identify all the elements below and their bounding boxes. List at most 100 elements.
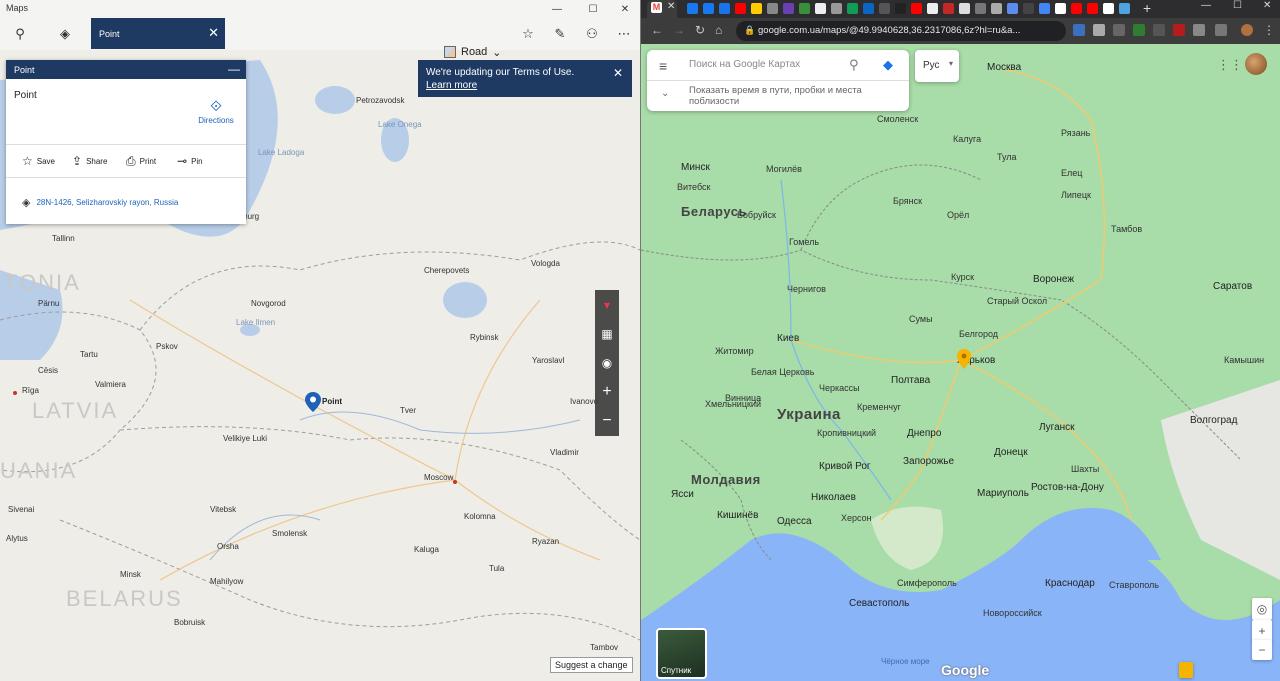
search-icon[interactable]: ⚲ — [10, 24, 30, 44]
back-icon[interactable]: ← — [651, 23, 663, 37]
favorites-icon[interactable]: ☆ — [518, 24, 538, 44]
tab-point[interactable]: Point ✕ — [91, 18, 225, 49]
maximize-icon[interactable]: ☐ — [576, 0, 610, 18]
forward-icon[interactable]: → — [673, 23, 685, 37]
address-bar[interactable]: 🔒 google.com.ua/maps/@49.9940628,36.2317… — [736, 21, 1066, 41]
tab-favicon-icon[interactable] — [751, 3, 762, 14]
tab-favicon-icon[interactable] — [799, 3, 810, 14]
minimize-icon[interactable]: — — [540, 0, 574, 18]
tab-favicon-icon[interactable] — [1055, 3, 1066, 14]
hamburger-menu-icon[interactable]: ≡ — [659, 58, 667, 74]
tab-favicon-icon[interactable] — [735, 3, 746, 14]
extensions-puzzle-icon[interactable] — [1215, 24, 1227, 36]
pegman-icon[interactable] — [1179, 662, 1193, 678]
tab-favicon-icon[interactable] — [927, 3, 938, 14]
zoom-out-icon[interactable]: − — [1252, 640, 1272, 660]
profile-avatar[interactable] — [1241, 24, 1253, 36]
active-tab[interactable]: M ✕ — [647, 0, 677, 18]
tab-favicon-icon[interactable] — [1119, 3, 1130, 14]
satellite-layer-button[interactable]: Спутник — [656, 628, 707, 679]
tab-favicon-icon[interactable] — [959, 3, 970, 14]
tab-favicon-icon[interactable] — [1007, 3, 1018, 14]
extension-icon[interactable] — [1133, 24, 1145, 36]
location-pin-icon[interactable] — [305, 392, 321, 412]
tab-favicon-icon[interactable] — [911, 3, 922, 14]
extension-icon[interactable] — [1093, 24, 1105, 36]
share-icon: ⇪ — [72, 154, 83, 168]
share-button[interactable]: ⇪ Share — [72, 154, 107, 168]
location-pin-icon[interactable] — [957, 349, 971, 369]
print-button[interactable]: ⎙ Print — [126, 154, 156, 169]
minimize-icon[interactable]: — — [1201, 0, 1211, 11]
tab-favicon-icon[interactable] — [879, 3, 890, 14]
city-label: Житомир — [715, 346, 754, 356]
extension-icon[interactable] — [1153, 24, 1165, 36]
home-icon[interactable]: ⌂ — [715, 23, 722, 37]
city-label: Сумы — [909, 314, 933, 324]
chevron-down-icon[interactable]: ⌄ — [661, 88, 669, 99]
tab-favicon-icon[interactable] — [991, 3, 1002, 14]
ink-icon[interactable]: ✎ — [550, 24, 570, 44]
tab-favicon-icon[interactable] — [943, 3, 954, 14]
tab-favicon-icon[interactable] — [1023, 3, 1034, 14]
more-icon[interactable]: ⋯ — [614, 24, 634, 44]
tab-favicon-icon[interactable] — [895, 3, 906, 14]
tab-favicon-icon[interactable] — [719, 3, 730, 14]
my-location-icon[interactable]: ◎ — [1252, 598, 1272, 620]
3d-cities-icon[interactable]: ▦ — [595, 319, 619, 348]
directions-button[interactable]: ⟐ Directions — [196, 98, 236, 125]
tab-favicon-icon[interactable] — [783, 3, 794, 14]
tab-favicon-icon[interactable] — [1103, 3, 1114, 14]
menu-icon[interactable]: ⋮ — [1263, 23, 1275, 37]
search-icon[interactable]: ⚲ — [849, 57, 859, 73]
address-link[interactable]: ◈ 28N-1426, Selizharovskiy rayon, Russia — [22, 196, 178, 209]
tab-favicon-icon[interactable] — [831, 3, 842, 14]
tab-favicon-icon[interactable] — [687, 3, 698, 14]
directions-icon[interactable]: ◆ — [883, 57, 893, 73]
traffic-toggle[interactable]: Показать время в пути, пробки и места по… — [689, 85, 889, 107]
city-label: Хмельницкий — [705, 399, 761, 409]
account-icon[interactable]: ⚇ — [582, 24, 602, 44]
city-label: Vitebsk — [210, 505, 237, 514]
learn-more-link[interactable]: Learn more — [426, 80, 477, 91]
tab-favicon-icon[interactable] — [767, 3, 778, 14]
extension-icon[interactable] — [1073, 24, 1085, 36]
collapse-icon[interactable]: — — [228, 62, 240, 76]
tab-favicon-icon[interactable] — [703, 3, 714, 14]
avatar[interactable] — [1245, 53, 1267, 75]
tab-favicon-icon[interactable] — [1071, 3, 1082, 14]
tab-favicon-icon[interactable] — [863, 3, 874, 14]
close-icon[interactable]: ✕ — [613, 67, 623, 80]
tab-favicon-icon[interactable] — [847, 3, 858, 14]
tab-favicon-icon[interactable] — [1039, 3, 1050, 14]
search-input[interactable]: Поиск на Google Картах — [689, 59, 800, 70]
extension-icon[interactable] — [1193, 24, 1205, 36]
location-icon[interactable]: ◉ — [595, 348, 619, 377]
save-button[interactable]: ☆ Save — [22, 154, 55, 168]
city-label: Кропивницкий — [817, 428, 877, 438]
close-icon[interactable]: ✕ — [1263, 0, 1271, 11]
maximize-icon[interactable]: ☐ — [1233, 0, 1242, 11]
compass-icon[interactable]: ▾ — [595, 290, 619, 319]
tab-favicon-icon[interactable] — [1087, 3, 1098, 14]
close-tab-icon[interactable]: ✕ — [208, 25, 219, 41]
city-label: Орёл — [947, 210, 970, 220]
reload-icon[interactable]: ↻ — [695, 23, 705, 37]
tab-favicon-icon[interactable] — [975, 3, 986, 14]
windows-maps-window: TONIA LATVIA UANIA BELARUS Petrozavodsk … — [0, 0, 640, 681]
map-style-dropdown[interactable]: Road ⌄ — [444, 42, 502, 62]
zoom-in-icon[interactable]: + — [595, 377, 619, 406]
close-icon[interactable]: ✕ — [608, 0, 640, 18]
zoom-in-icon[interactable]: + — [1252, 620, 1272, 642]
extension-icon[interactable] — [1173, 24, 1185, 36]
directions-icon[interactable]: ◈ — [55, 24, 75, 44]
extension-icon[interactable] — [1113, 24, 1125, 36]
language-dropdown[interactable]: Рус ▾ — [915, 50, 959, 82]
zoom-out-icon[interactable]: − — [595, 406, 619, 435]
close-tab-icon[interactable]: ✕ — [667, 1, 675, 12]
suggest-change-button[interactable]: Suggest a change — [550, 657, 633, 673]
new-tab-icon[interactable]: + — [1143, 0, 1151, 16]
tab-favicon-icon[interactable] — [815, 3, 826, 14]
city-label: Tartu — [80, 350, 98, 359]
pin-button[interactable]: ⊸ Pin — [177, 154, 203, 168]
